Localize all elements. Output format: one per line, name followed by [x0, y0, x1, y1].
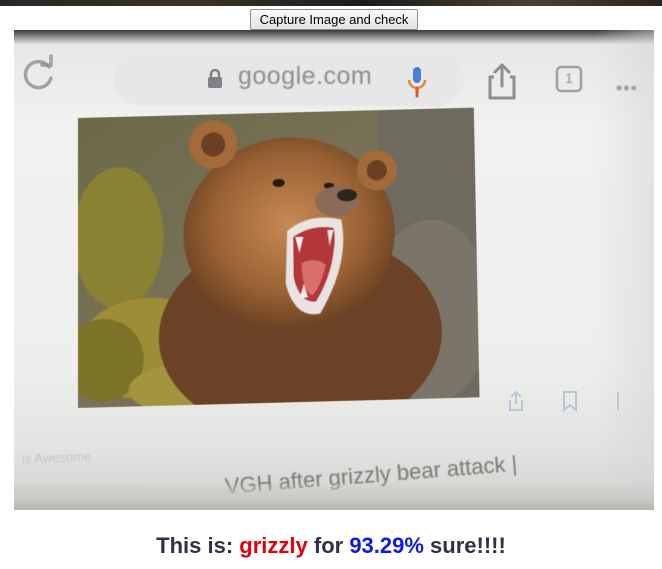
result-prefix: This is: — [156, 533, 240, 558]
grizzly-bear-photo — [78, 107, 480, 408]
camera-feed: google.com 1 ••• — [14, 30, 654, 510]
result-suffix: sure!!!! — [423, 533, 506, 558]
confidence-percent: 93.29% — [349, 533, 424, 558]
tabs-icon: 1 — [556, 66, 582, 92]
refresh-icon — [18, 54, 58, 99]
bottom-shade — [14, 482, 654, 510]
right-shade — [594, 30, 654, 510]
result-middle: for — [307, 533, 350, 558]
predicted-label: grizzly — [239, 533, 308, 558]
lock-icon — [206, 68, 224, 94]
mic-icon — [407, 66, 427, 107]
prediction-result: This is: grizzly for 93.29% sure!!!! — [0, 533, 662, 559]
chip-text: is Awesome — [21, 448, 92, 467]
top-edge-strip — [0, 0, 662, 6]
capture-image-button[interactable]: Capture Image and check — [250, 9, 418, 30]
url-text: google.com — [238, 62, 373, 90]
share-icon — [486, 62, 518, 107]
